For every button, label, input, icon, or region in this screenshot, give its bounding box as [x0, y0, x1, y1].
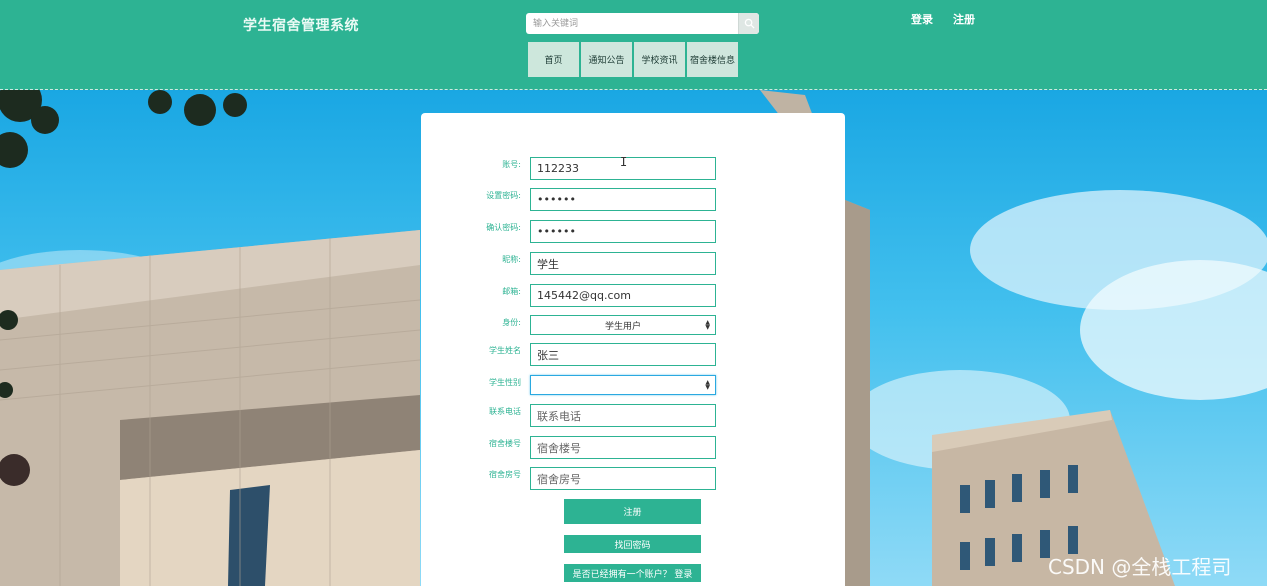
form-row-email: 邮箱: 145442@qq.com	[421, 284, 845, 308]
student-name-input[interactable]: 张三	[530, 343, 716, 366]
form-row-nickname: 昵称: 学生	[421, 252, 845, 276]
nickname-input[interactable]: 学生	[530, 252, 716, 275]
confirm-password-input[interactable]: ••••••	[530, 220, 716, 243]
password-label: 设置密码:	[486, 191, 521, 200]
nav-dorm-info[interactable]: 宿舍楼信息	[687, 42, 738, 77]
top-links: 登录 注册	[911, 11, 975, 27]
password-input[interactable]: ••••••	[530, 188, 716, 211]
form-row-phone: 联系电话 联系电话	[421, 404, 845, 428]
phone-label: 联系电话	[489, 407, 521, 416]
gender-label: 学生性别	[489, 378, 521, 387]
room-label: 宿舍房号	[489, 470, 521, 479]
confirm-password-label: 确认密码:	[486, 223, 521, 232]
form-row-room: 宿舍房号 宿舍房号	[421, 467, 845, 491]
register-submit-button[interactable]: 注册	[564, 499, 701, 524]
main-nav: 首页 通知公告 学校资讯 宿舍楼信息	[528, 42, 738, 77]
search-box	[526, 13, 759, 34]
watermark: CSDN @全栈工程司	[1048, 555, 1232, 579]
register-form-card: 账号: 112233 设置密码: •••••• 确认密码: •••••• 昵称:…	[421, 113, 845, 586]
nav-home[interactable]: 首页	[528, 42, 579, 77]
go-login-button[interactable]: 是否已经拥有一个账户？ 登录	[564, 564, 701, 582]
search-icon	[744, 18, 755, 29]
select-arrows-icon: ▲ ▼	[705, 379, 710, 391]
phone-input[interactable]: 联系电话	[530, 404, 716, 427]
account-label: 账号:	[502, 160, 521, 169]
nickname-label: 昵称:	[502, 255, 521, 264]
role-select[interactable]: 学生用户 ▲ ▼	[530, 315, 716, 335]
email-label: 邮箱:	[502, 287, 521, 296]
form-row-confirm-password: 确认密码: ••••••	[421, 220, 845, 244]
login-link[interactable]: 登录	[911, 11, 933, 27]
role-select-value: 学生用户	[604, 321, 641, 332]
form-row-account: 账号: 112233	[421, 157, 845, 181]
form-row-role: 身份: 学生用户 ▲ ▼	[421, 315, 845, 339]
site-title[interactable]: 学生宿舍管理系统	[243, 15, 359, 35]
select-arrows-icon: ▲ ▼	[705, 319, 710, 331]
forgot-password-button[interactable]: 找回密码	[564, 535, 701, 553]
room-input[interactable]: 宿舍房号	[530, 467, 716, 490]
form-row-student-name: 学生姓名 张三	[421, 343, 845, 367]
search-button[interactable]	[738, 13, 759, 34]
nav-school-news[interactable]: 学校资讯	[634, 42, 685, 77]
register-link[interactable]: 注册	[953, 11, 975, 27]
email-input[interactable]: 145442@qq.com	[530, 284, 716, 307]
student-name-label: 学生姓名	[489, 346, 521, 355]
role-label: 身份:	[502, 318, 521, 327]
building-label: 宿舍楼号	[489, 439, 521, 448]
gender-select[interactable]: ▲ ▼	[530, 375, 716, 395]
building-input[interactable]: 宿舍楼号	[530, 436, 716, 459]
form-row-building: 宿舍楼号 宿舍楼号	[421, 436, 845, 460]
form-row-password: 设置密码: ••••••	[421, 188, 845, 212]
text-cursor-icon: I	[620, 155, 628, 169]
nav-notices[interactable]: 通知公告	[581, 42, 632, 77]
search-input[interactable]	[526, 13, 738, 34]
form-row-gender: 学生性别 ▲ ▼	[421, 375, 845, 399]
header: 学生宿舍管理系统 登录 注册 首页 通知公告 学校资讯 宿舍楼信息	[0, 0, 1267, 90]
